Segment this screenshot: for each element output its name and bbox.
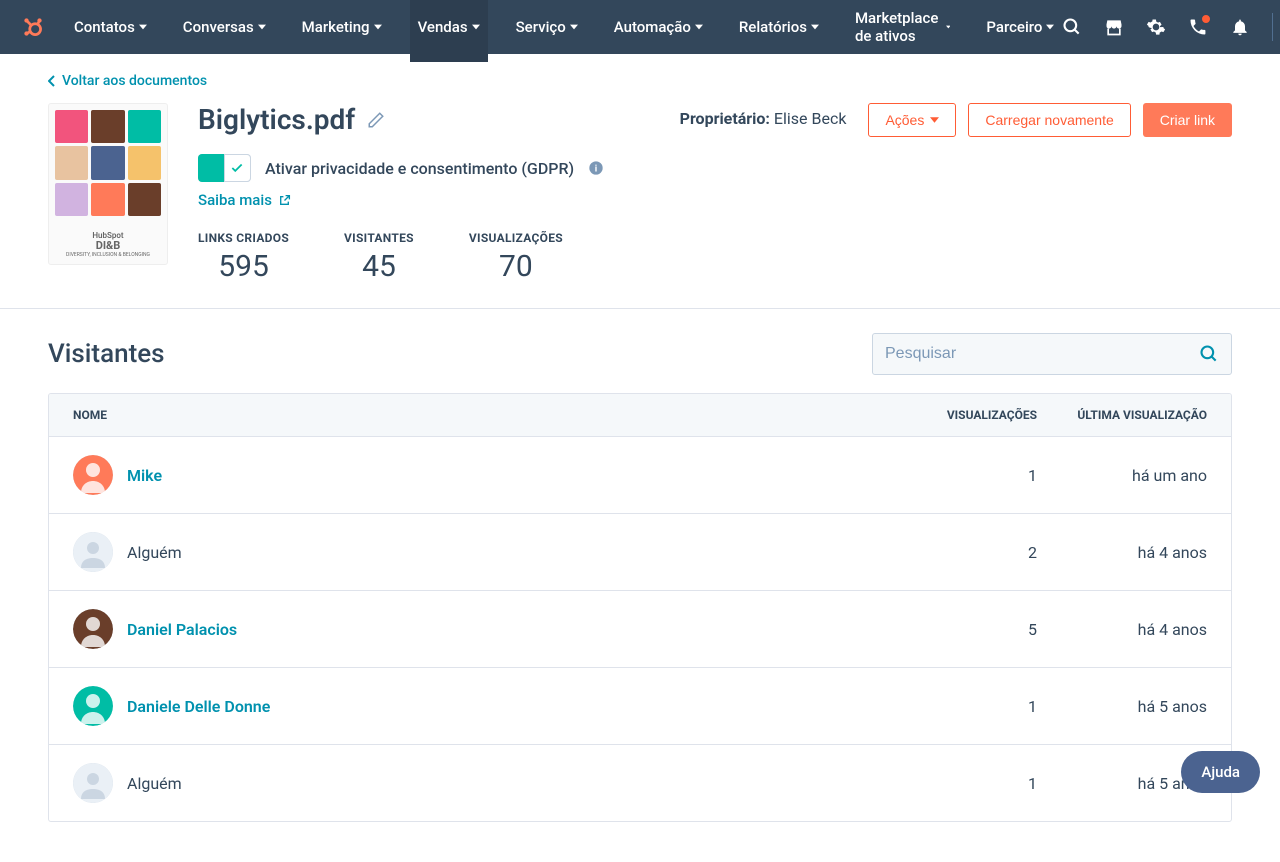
visitor-views: 1 <box>867 466 1037 485</box>
stat-2: VISUALIZAÇÕES 70 <box>469 231 563 284</box>
nav-item-1[interactable]: Conversas <box>175 0 274 62</box>
nav-item-2[interactable]: Marketing <box>294 0 390 62</box>
reload-button[interactable]: Carregar novamente <box>968 103 1130 137</box>
back-to-documents-link[interactable]: Voltar aos documentos <box>48 73 207 89</box>
stat-value: 45 <box>344 249 414 284</box>
learn-more-link[interactable]: Saiba mais <box>198 191 291 209</box>
marketplace-icon[interactable] <box>1104 17 1124 37</box>
info-icon[interactable]: i <box>588 160 604 176</box>
visitor-last: há 4 anos <box>1037 543 1207 562</box>
nav-items: Contatos Conversas Marketing Vendas Serviço A… <box>66 0 1062 62</box>
nav-label: Automação <box>614 18 691 36</box>
hubspot-logo[interactable] <box>20 13 46 41</box>
col-views: VISUALIZAÇÕES <box>867 408 1037 422</box>
help-label: Ajuda <box>1201 763 1240 781</box>
visitors-section: Visitantes NOME VISUALIZAÇÕES ÚLTIMA VIS… <box>0 309 1280 862</box>
learn-more-label: Saiba mais <box>198 191 272 209</box>
create-link-label: Criar link <box>1160 112 1215 128</box>
table-row: Daniele Delle Donne 1 há 5 anos <box>49 668 1231 745</box>
search-input[interactable] <box>885 345 1199 363</box>
nav-label: Marketing <box>302 18 370 36</box>
actions-label: Ações <box>885 112 924 128</box>
owner-name: Elise Beck <box>774 109 847 128</box>
visitor-name: Alguém <box>127 774 182 793</box>
table-row: Mike 1 há um ano <box>49 437 1231 514</box>
stat-value: 595 <box>198 249 289 284</box>
table-row: Alguém 1 há 5 anos <box>49 745 1231 821</box>
thumb-sub: DI&B <box>55 240 161 252</box>
visitors-title: Visitantes <box>48 339 165 369</box>
visitor-name[interactable]: Daniel Palacios <box>127 620 237 639</box>
table-row: Daniel Palacios 5 há 4 anos <box>49 591 1231 668</box>
visitor-avatar <box>73 763 113 803</box>
visitor-last: há 4 anos <box>1037 620 1207 639</box>
nav-item-5[interactable]: Automação <box>606 0 711 62</box>
stat-label: VISUALIZAÇÕES <box>469 231 563 245</box>
nav-label: Conversas <box>183 18 254 36</box>
col-name: NOME <box>73 408 867 422</box>
thumb-tag: DIVERSITY, INCLUSION & BELONGING <box>55 253 161 259</box>
actions-button[interactable]: Ações <box>868 103 956 137</box>
nav-item-6[interactable]: Relatórios <box>731 0 827 62</box>
search-icon[interactable] <box>1062 17 1082 37</box>
nav-item-7[interactable]: Marketplace de ativos <box>847 0 958 62</box>
search-box[interactable] <box>872 333 1232 375</box>
nav-label: Marketplace de ativos <box>855 9 942 45</box>
document-thumbnail[interactable]: HubSpot DI&B DIVERSITY, INCLUSION & BELO… <box>48 103 168 265</box>
stat-0: LINKS CRIADOS 595 <box>198 231 289 284</box>
visitor-name[interactable]: Mike <box>127 466 162 485</box>
stat-value: 70 <box>469 249 563 284</box>
visitors-table: NOME VISUALIZAÇÕES ÚLTIMA VISUALIZAÇÃO M… <box>48 393 1232 822</box>
visitor-views: 5 <box>867 620 1037 639</box>
document-title: Biglytics.pdf <box>198 103 355 136</box>
visitor-name: Alguém <box>127 543 182 562</box>
visitor-views: 1 <box>867 697 1037 716</box>
visitor-name[interactable]: Daniele Delle Donne <box>127 697 270 716</box>
table-header: NOME VISUALIZAÇÕES ÚLTIMA VISUALIZAÇÃO <box>49 394 1231 437</box>
nav-label: Vendas <box>418 18 468 36</box>
search-icon[interactable] <box>1199 344 1219 364</box>
stat-label: LINKS CRIADOS <box>198 231 289 245</box>
nav-right-icons <box>1062 11 1280 43</box>
visitor-last: há um ano <box>1037 466 1207 485</box>
nav-item-8[interactable]: Parceiro <box>978 0 1062 62</box>
back-link-label: Voltar aos documentos <box>62 73 207 89</box>
nav-item-0[interactable]: Contatos <box>66 0 155 62</box>
nav-item-3[interactable]: Vendas <box>410 0 488 62</box>
visitor-views: 2 <box>867 543 1037 562</box>
top-nav: Contatos Conversas Marketing Vendas Serviço A… <box>0 0 1280 54</box>
notification-dot <box>1201 14 1211 24</box>
bell-icon[interactable] <box>1230 17 1250 37</box>
visitor-avatar[interactable] <box>73 609 113 649</box>
reload-label: Carregar novamente <box>985 112 1113 128</box>
stat-1: VISITANTES 45 <box>344 231 414 284</box>
table-row: Alguém 2 há 4 anos <box>49 514 1231 591</box>
stat-label: VISITANTES <box>344 231 414 245</box>
create-link-button[interactable]: Criar link <box>1143 103 1232 137</box>
settings-icon[interactable] <box>1146 17 1166 37</box>
nav-item-4[interactable]: Serviço <box>508 0 586 62</box>
gdpr-toggle[interactable] <box>198 154 251 182</box>
visitor-avatar <box>73 532 113 572</box>
nav-label: Contatos <box>74 18 135 36</box>
document-header: HubSpot DI&B DIVERSITY, INCLUSION & BELO… <box>0 91 1280 308</box>
edit-title-icon[interactable] <box>367 111 385 129</box>
nav-label: Parceiro <box>986 18 1042 36</box>
svg-text:i: i <box>595 163 597 174</box>
gdpr-label: Ativar privacidade e consentimento (GDPR… <box>265 159 574 178</box>
phone-icon[interactable] <box>1188 17 1208 37</box>
help-button[interactable]: Ajuda <box>1181 751 1260 793</box>
nav-divider <box>1272 13 1273 41</box>
nav-label: Serviço <box>516 18 566 36</box>
visitor-last: há 5 anos <box>1037 697 1207 716</box>
visitor-avatar[interactable] <box>73 455 113 495</box>
visitor-views: 1 <box>867 774 1037 793</box>
visitor-avatar[interactable] <box>73 686 113 726</box>
nav-label: Relatórios <box>739 18 807 36</box>
owner-label: Proprietário: <box>680 109 770 128</box>
col-last: ÚLTIMA VISUALIZAÇÃO <box>1037 408 1207 422</box>
